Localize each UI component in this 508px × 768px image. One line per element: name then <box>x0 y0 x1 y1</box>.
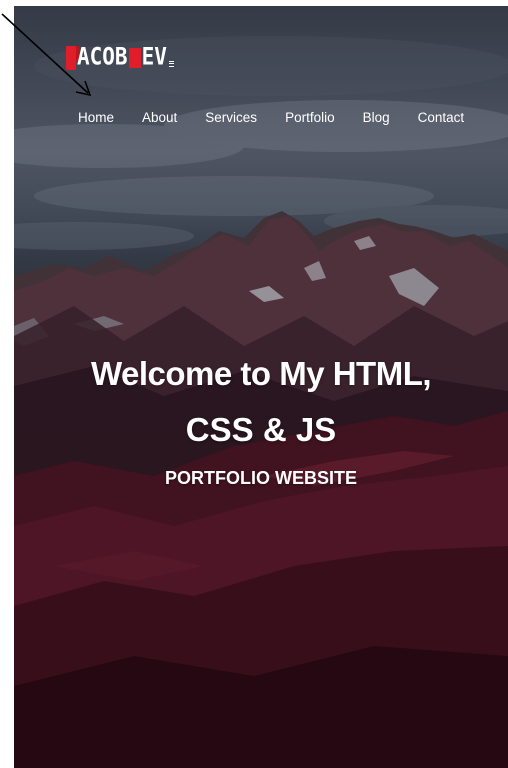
nav-link-portfolio[interactable]: Portfolio <box>285 110 335 125</box>
logo-text-right: EV <box>141 42 167 70</box>
main-nav: Home About Services Portfolio Blog Conta… <box>78 110 464 125</box>
nav-link-contact[interactable]: Contact <box>418 110 465 125</box>
hero-section: ACOB EV Home About Services Portfolio Bl… <box>14 6 508 768</box>
logo-text-left: ACOB <box>77 42 128 70</box>
nav-link-services[interactable]: Services <box>205 110 257 125</box>
hero-subtitle: PORTFOLIO WEBSITE <box>165 468 357 488</box>
nav-link-blog[interactable]: Blog <box>363 110 390 125</box>
logo[interactable]: ACOB EV <box>66 40 174 70</box>
hero-headline-line1: Welcome to My HTML, <box>90 355 432 392</box>
logo-mark-icon <box>66 46 79 70</box>
page: ACOB EV Home About Services Portfolio Bl… <box>0 0 508 768</box>
nav-link-about[interactable]: About <box>142 110 177 125</box>
logo-menu-lines-icon <box>168 61 174 67</box>
hero-headline-line2: CSS & JS <box>185 411 337 448</box>
nav-link-home[interactable]: Home <box>78 110 114 125</box>
logo-accent-icon <box>128 48 141 68</box>
